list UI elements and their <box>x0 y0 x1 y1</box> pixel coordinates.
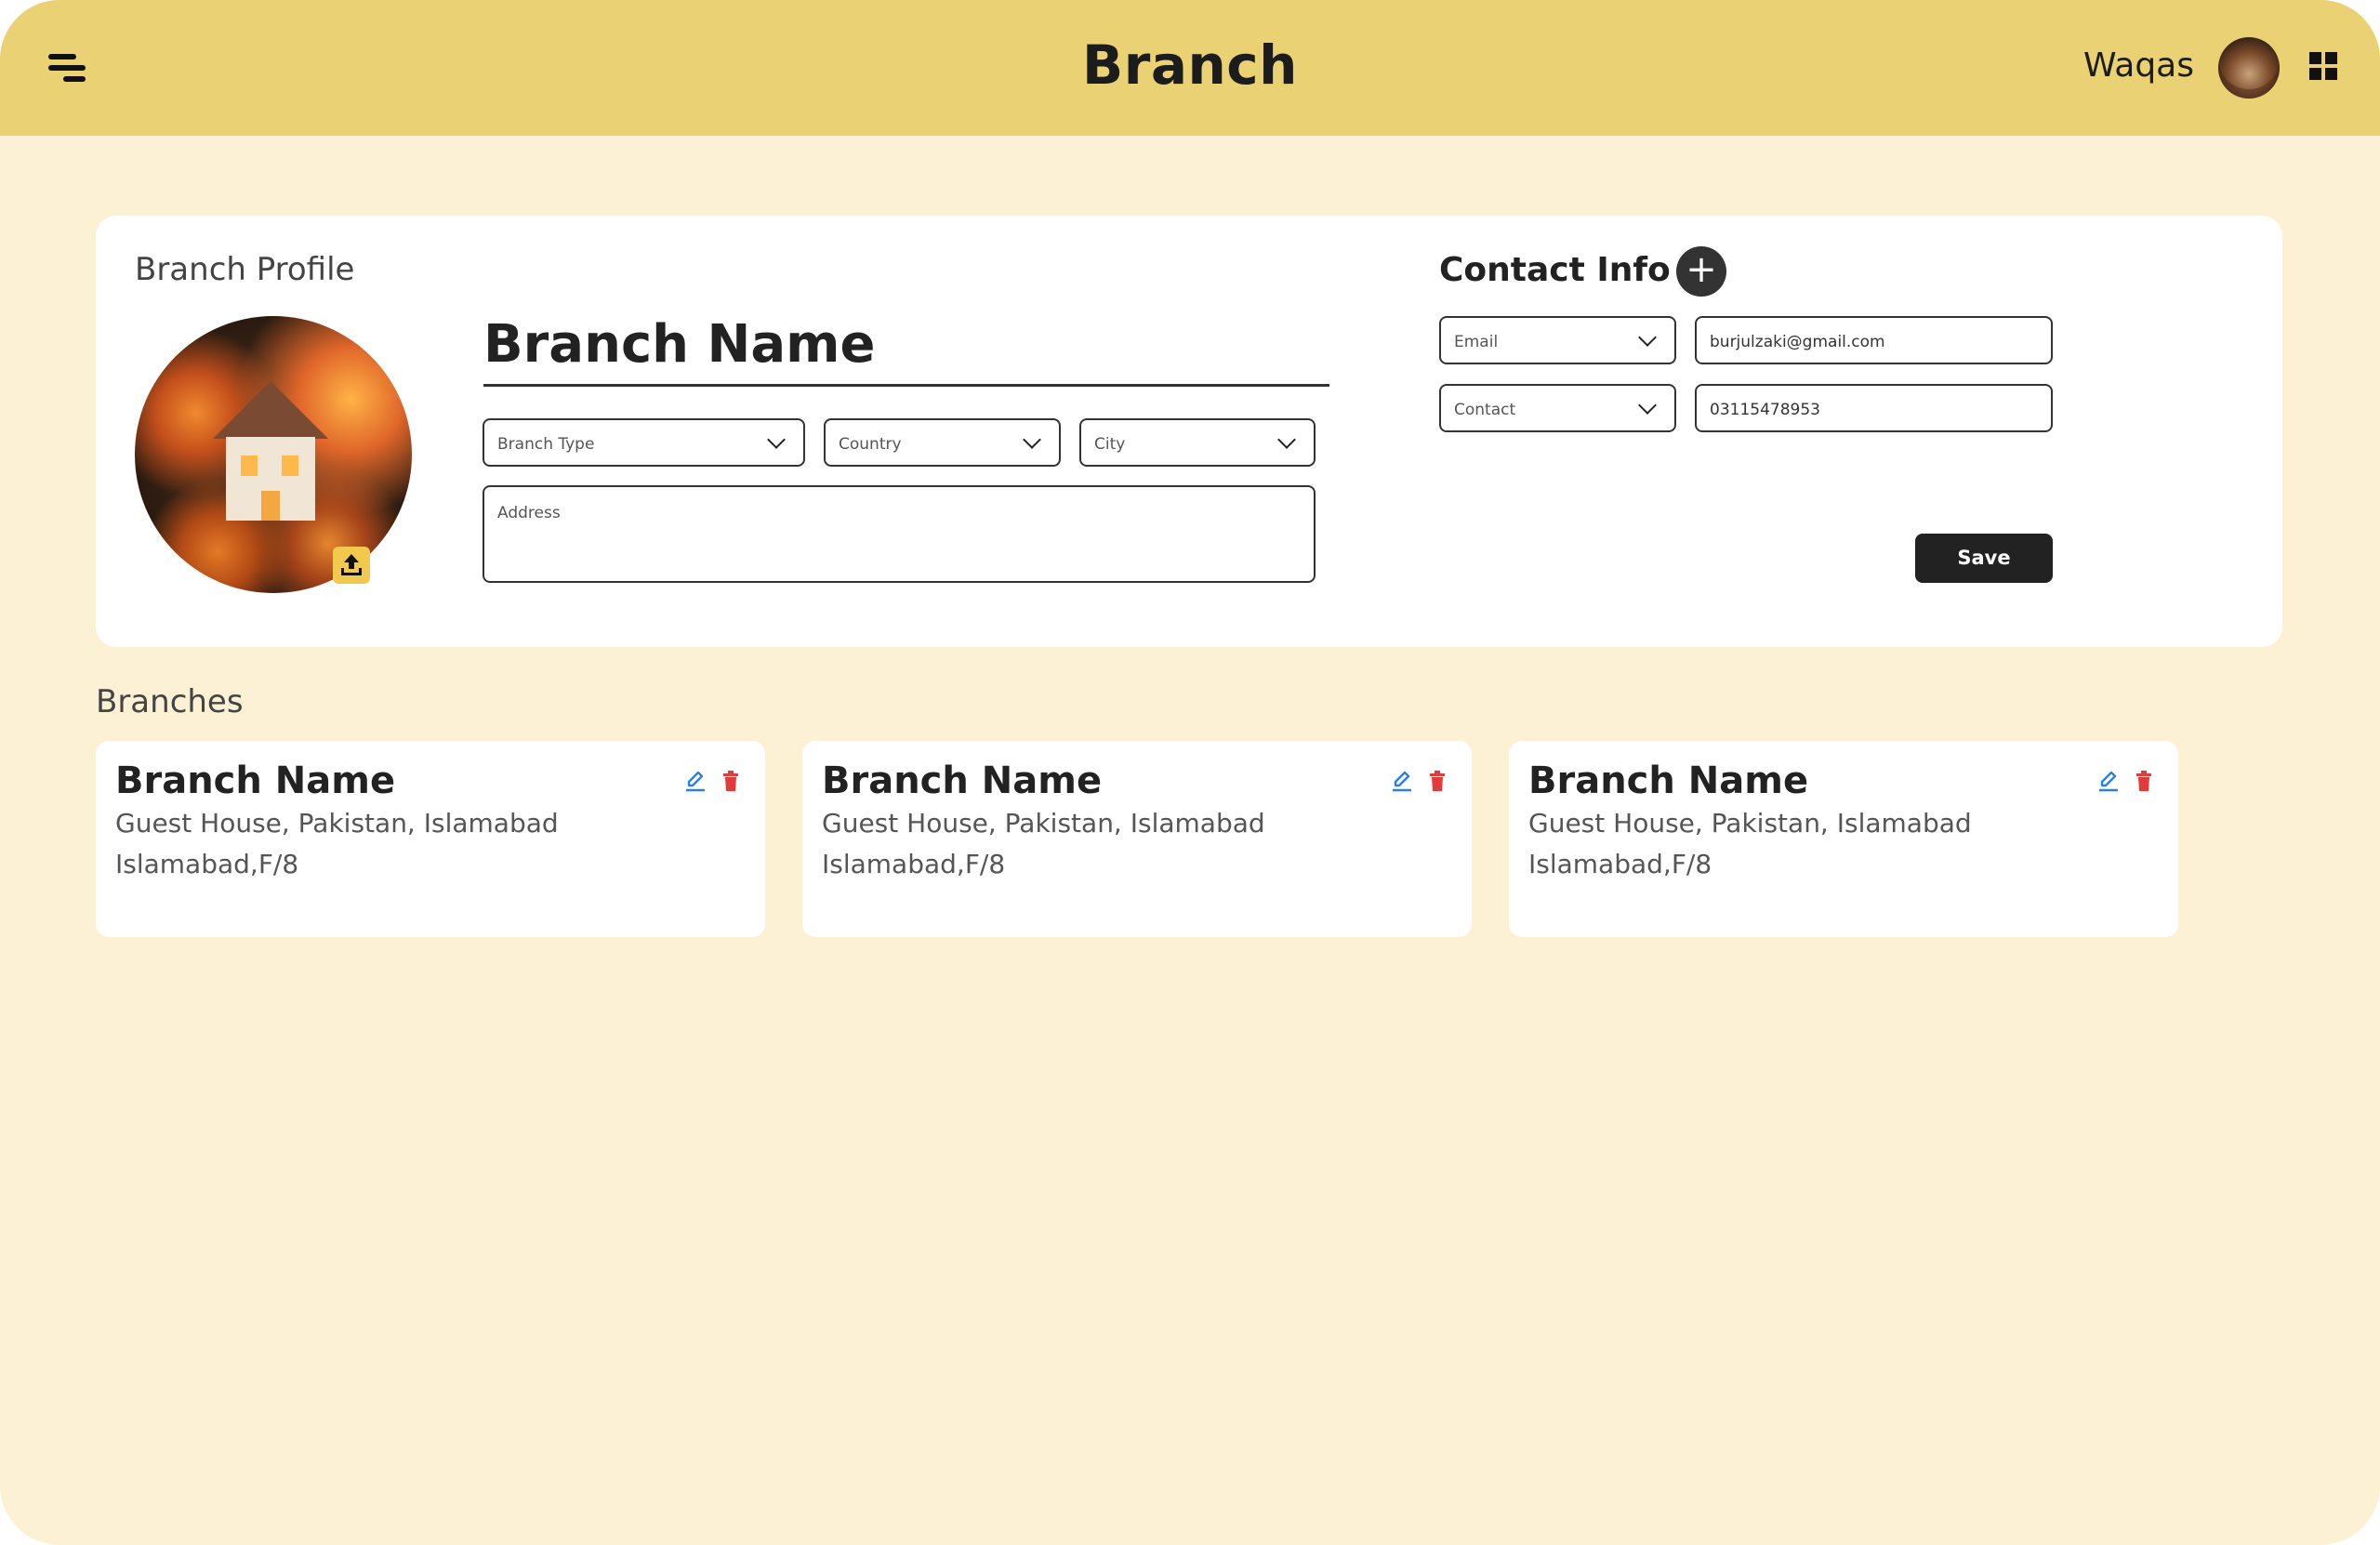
city-placeholder: City <box>1094 435 1126 454</box>
edit-icon[interactable] <box>2096 769 2121 793</box>
branch-card[interactable]: Branch Name Guest House, Pakistan, Islam… <box>96 741 765 937</box>
app-frame: Branch Waqas Branch Profile Contact Info <box>0 0 2380 1545</box>
save-button[interactable]: Save <box>1915 534 2053 583</box>
branch-card-area: Islamabad,F/8 <box>822 849 1006 879</box>
top-bar: Branch Waqas <box>0 0 2380 136</box>
email-field[interactable]: burjulzaki@gmail.com <box>1695 316 2053 364</box>
branch-card-address: Guest House, Pakistan, Islamabad <box>822 808 1265 839</box>
contact-type-select-phone[interactable]: Contact <box>1439 384 1676 432</box>
upload-icon[interactable] <box>333 547 370 584</box>
chevron-down-icon <box>1638 328 1657 347</box>
branch-profile-label: Branch Profile <box>135 251 355 288</box>
country-placeholder: Country <box>839 435 902 454</box>
user-name: Waqas <box>2082 46 2194 85</box>
branches-section-title: Branches <box>96 683 244 720</box>
branch-name-underline <box>483 384 1329 387</box>
chevron-down-icon <box>1023 430 1041 449</box>
branch-card-name: Branch Name <box>822 759 1103 802</box>
avatar[interactable] <box>2218 37 2280 99</box>
branch-card-area: Islamabad,F/8 <box>1528 849 1712 879</box>
branch-card[interactable]: Branch Name Guest House, Pakistan, Islam… <box>1509 741 2178 937</box>
branch-type-placeholder: Branch Type <box>497 435 595 454</box>
contact-info-title: Contact Info <box>1439 251 1671 289</box>
contact-type-label: Contact <box>1454 401 1516 419</box>
email-value: burjulzaki@gmail.com <box>1710 333 1885 351</box>
address-field[interactable]: Address <box>483 485 1316 583</box>
address-placeholder: Address <box>497 504 561 522</box>
branch-card[interactable]: Branch Name Guest House, Pakistan, Islam… <box>802 741 1472 937</box>
country-select[interactable]: Country <box>824 418 1061 467</box>
edit-icon[interactable] <box>683 769 707 793</box>
page-title: Branch <box>1082 33 1298 97</box>
city-select[interactable]: City <box>1079 418 1316 467</box>
chevron-down-icon <box>1638 396 1657 415</box>
chevron-down-icon <box>1277 430 1296 449</box>
contact-type-select-email[interactable]: Email <box>1439 316 1676 364</box>
branch-name-heading[interactable]: Branch Name <box>483 314 876 375</box>
branch-photo <box>135 316 412 593</box>
branch-type-select[interactable]: Branch Type <box>483 418 805 467</box>
branch-card-name: Branch Name <box>1528 759 1809 802</box>
trash-icon[interactable] <box>1427 769 1448 793</box>
branch-card-area: Islamabad,F/8 <box>115 849 299 879</box>
add-contact-button[interactable]: + <box>1676 246 1726 297</box>
phone-value: 03115478953 <box>1710 401 1820 419</box>
branch-card-address: Guest House, Pakistan, Islamabad <box>1528 808 1972 839</box>
chevron-down-icon <box>767 430 786 449</box>
trash-icon[interactable] <box>721 769 741 793</box>
branch-card-name: Branch Name <box>115 759 396 802</box>
grid-icon[interactable] <box>2309 52 2337 80</box>
contact-type-label: Email <box>1454 333 1499 351</box>
branch-card-address: Guest House, Pakistan, Islamabad <box>115 808 559 839</box>
house-image <box>213 381 328 521</box>
edit-icon[interactable] <box>1390 769 1414 793</box>
trash-icon[interactable] <box>2134 769 2154 793</box>
phone-field[interactable]: 03115478953 <box>1695 384 2053 432</box>
